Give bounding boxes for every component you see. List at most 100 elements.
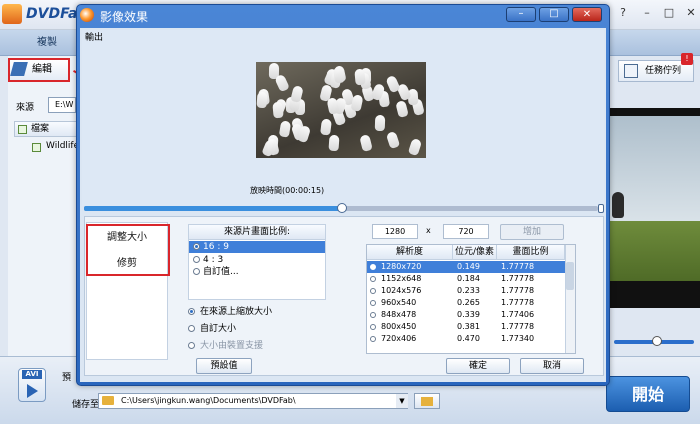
preset-button[interactable]: 預設值 — [196, 358, 252, 374]
preview-grass — [610, 221, 700, 281]
minimize-button[interactable]: – — [638, 6, 656, 20]
aspect-option-4-3[interactable]: 4 : 3 — [189, 254, 325, 266]
table-scrollbar-thumb[interactable] — [566, 262, 574, 290]
cell-res: 720x406 — [381, 334, 417, 343]
aspect-option-label: 16 : 9 — [203, 242, 229, 252]
width-input[interactable]: 1280 — [372, 224, 418, 239]
cell-bpp: 0.233 — [457, 286, 480, 295]
dvdfab-logo-icon — [2, 4, 22, 24]
preview-bird — [612, 192, 624, 218]
save-path-field[interactable]: C:\Users\jingkun.wang\Documents\DVDFab\ — [98, 393, 408, 409]
volume-slider-knob[interactable] — [652, 336, 662, 346]
gannet-bird — [272, 101, 284, 119]
option-label: 大小由裝置支援 — [200, 341, 264, 351]
column-aspect-ratio[interactable]: 畫面比例 — [497, 245, 565, 260]
help-button[interactable]: ? — [614, 6, 632, 20]
height-input[interactable]: 720 — [443, 224, 489, 239]
cell-ratio: 1.77778 — [501, 298, 535, 307]
row-radio-icon — [370, 312, 376, 318]
table-row[interactable]: 1024x576 0.233 1.77778 — [367, 285, 565, 297]
task-alert-badge: ! — [681, 53, 693, 65]
source-field[interactable]: E:\W — [48, 97, 76, 113]
cell-bpp: 0.339 — [457, 310, 480, 319]
dimension-separator: x — [426, 226, 431, 235]
radio-icon — [188, 342, 195, 349]
file-checkbox[interactable] — [32, 143, 41, 152]
radio-icon — [188, 308, 195, 315]
start-button[interactable]: 開始 — [606, 376, 690, 412]
cell-res: 1152x648 — [381, 274, 422, 283]
cell-ratio: 1.77778 — [501, 322, 535, 331]
column-bits-per-pixel[interactable]: 位元/像素 — [453, 245, 497, 260]
row-radio-icon — [370, 300, 376, 306]
output-label: 輸出 — [85, 33, 104, 43]
close-button[interactable]: ✕ — [682, 6, 700, 20]
custom-size-option[interactable]: 自訂大小 — [188, 323, 308, 335]
profile-label: 預 — [62, 373, 72, 383]
row-radio-icon — [370, 264, 376, 270]
gannet-bird — [350, 94, 364, 112]
dialog-title: 影像效果 — [100, 10, 149, 24]
gannet-bird — [354, 68, 366, 86]
radio-icon — [193, 256, 200, 263]
maximize-button[interactable]: □ — [660, 6, 678, 20]
cell-bpp: 0.381 — [457, 322, 480, 331]
aspect-option-label: 4 : 3 — [203, 255, 224, 265]
cell-bpp: 0.184 — [457, 274, 480, 283]
row-radio-icon — [370, 324, 376, 330]
table-row[interactable]: 1152x648 0.184 1.77778 — [367, 273, 565, 285]
row-radio-icon — [370, 276, 376, 282]
aspect-option-custom[interactable]: 自訂值... — [189, 266, 325, 278]
table-row[interactable]: 720x406 0.470 1.77340 — [367, 333, 565, 345]
table-row[interactable]: 960x540 0.265 1.77778 — [367, 297, 565, 309]
row-radio-icon — [370, 288, 376, 294]
aspect-ratio-title: 來源片畫面比例: — [189, 225, 325, 240]
device-size-option: 大小由裝置支援 — [188, 340, 308, 352]
row-radio-icon — [370, 336, 376, 342]
browse-folder-icon — [421, 397, 433, 406]
dialog-minimize-button[interactable]: – — [506, 7, 536, 22]
add-resolution-button[interactable]: 增加 — [500, 224, 564, 240]
table-row[interactable]: 800x450 0.381 1.77778 — [367, 321, 565, 333]
dvdfab-dialog-icon — [80, 8, 94, 22]
copy-tab[interactable]: 複製 — [16, 33, 78, 53]
table-row[interactable]: 848x478 0.339 1.77406 — [367, 309, 565, 321]
seek-end-marker[interactable] — [598, 204, 604, 213]
folder-icon — [102, 396, 114, 405]
cell-ratio: 1.77778 — [501, 274, 535, 283]
gannet-bird — [359, 134, 373, 152]
cell-ratio: 1.77778 — [501, 262, 535, 271]
aspect-option-16-9[interactable]: 16 : 9 — [189, 241, 325, 253]
dialog-maximize-button[interactable]: □ — [539, 7, 569, 22]
dialog-close-button[interactable]: ✕ — [572, 7, 602, 22]
cell-res: 800x450 — [381, 322, 417, 331]
cell-ratio: 1.77340 — [501, 334, 535, 343]
cell-res: 960x540 — [381, 298, 417, 307]
table-row[interactable]: 1280x720 0.149 1.77778 — [367, 261, 565, 273]
cell-res: 1024x576 — [381, 286, 422, 295]
save-path-dropdown[interactable]: ▼ — [396, 394, 408, 408]
scale-on-source-option[interactable]: 在來源上縮放大小 — [188, 306, 308, 318]
cancel-button[interactable]: 取消 — [520, 358, 584, 374]
gannet-bird — [385, 130, 401, 150]
ok-button[interactable]: 確定 — [446, 358, 510, 374]
play-icon — [27, 384, 38, 398]
file-list-item[interactable]: Wildlife — [46, 141, 79, 151]
gannet-bird — [274, 73, 290, 93]
cell-ratio: 1.77406 — [501, 310, 535, 319]
option-label: 自訂大小 — [200, 324, 237, 334]
highlight-box — [86, 224, 170, 276]
aspect-option-label: 自訂值... — [203, 267, 239, 277]
gannet-bird — [328, 134, 340, 152]
avi-label-icon: AVI — [22, 370, 42, 379]
play-time-label: 放映時間(00:00:15) — [250, 186, 325, 195]
seek-bar-knob[interactable] — [337, 203, 347, 213]
radio-icon — [193, 268, 200, 275]
option-label: 在來源上縮放大小 — [200, 307, 273, 317]
cell-bpp: 0.265 — [457, 298, 480, 307]
column-resolution[interactable]: 解析度 — [367, 245, 453, 260]
select-all-checkbox[interactable] — [18, 125, 27, 134]
cell-bpp: 0.149 — [457, 262, 480, 271]
output-video-frame — [256, 62, 426, 158]
gannet-bird — [395, 100, 409, 118]
